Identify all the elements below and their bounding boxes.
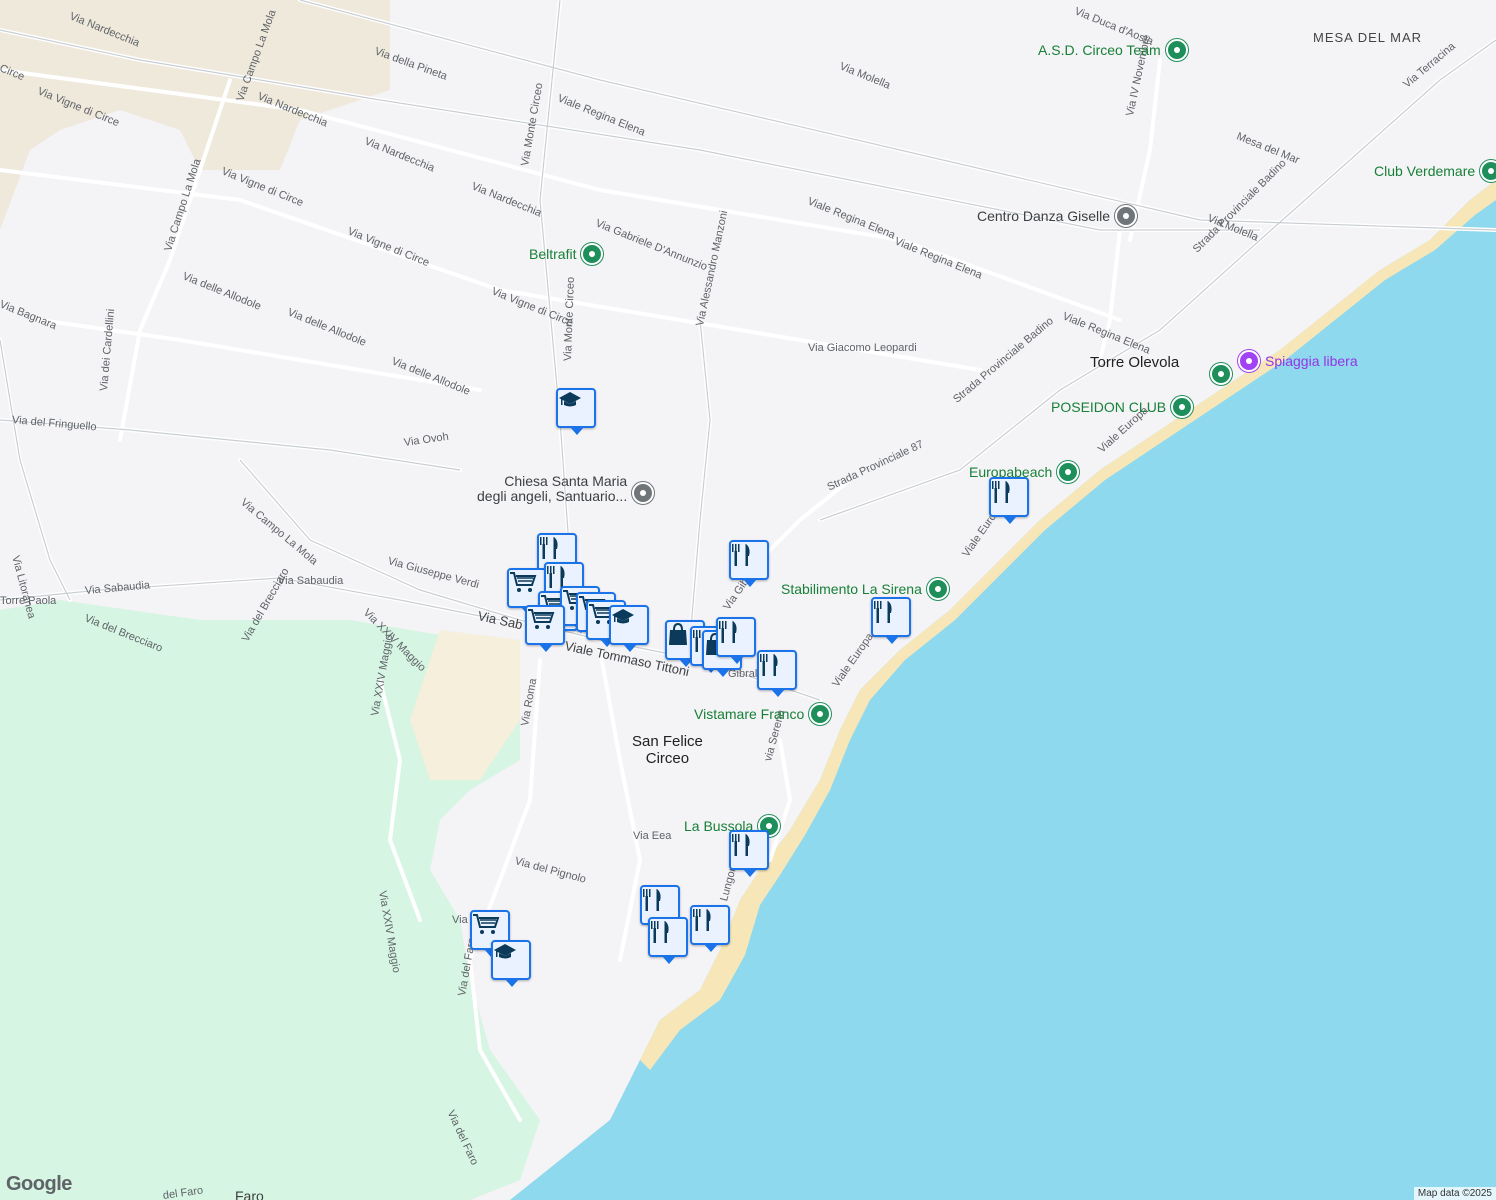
poi-label: Vistamare Franco xyxy=(694,706,805,722)
poi-asd-circeo-team[interactable]: A.S.D. Circeo Team xyxy=(1038,39,1188,61)
pin-icon xyxy=(1115,205,1138,227)
map-canvas[interactable]: Via Nardecchia Via della Pineta Via Camp… xyxy=(0,0,1496,1200)
map-attribution[interactable]: Map data ©2025 xyxy=(1413,1187,1496,1200)
pin-icon xyxy=(1480,160,1496,182)
shopping-cart-marker[interactable] xyxy=(525,605,565,652)
place-label-san-felice[interactable]: San Felice Circeo xyxy=(632,733,703,767)
poi-label: Stabilimento La Sirena xyxy=(781,581,922,597)
camera-pin-icon xyxy=(1238,350,1260,372)
poi-label: Centro Danza Giselle xyxy=(977,208,1111,224)
pin-icon xyxy=(1171,396,1194,418)
street-label: Faro xyxy=(235,1188,264,1200)
restaurant-marker[interactable] xyxy=(729,830,769,877)
poi-centro-danza-giselle[interactable]: Centro Danza Giselle xyxy=(977,205,1138,227)
poi-poseidon-club[interactable]: POSEIDON CLUB xyxy=(1051,396,1194,418)
street-label: Via xyxy=(452,914,468,926)
graduation-cap-marker[interactable] xyxy=(491,940,531,987)
poi-label: Chiesa Santa Maria degli angeli, Santuar… xyxy=(477,473,628,504)
restaurant-marker[interactable] xyxy=(989,477,1029,524)
poi-beltrafit[interactable]: Beltrafit xyxy=(529,243,604,265)
restaurant-marker[interactable] xyxy=(871,597,911,644)
area-label-mesa-del-mar[interactable]: MESA DEL MAR xyxy=(1313,30,1422,45)
google-logo: Google xyxy=(6,1173,72,1195)
poi-vistamare-franco[interactable]: Vistamare Franco xyxy=(694,703,832,725)
poi-label: Spiaggia libera xyxy=(1265,353,1358,369)
church-pin-icon xyxy=(632,482,655,504)
poi-stabilimento-la-sirena[interactable]: Stabilimento La Sirena xyxy=(781,578,949,600)
restaurant-marker[interactable] xyxy=(648,917,688,964)
poi-spiaggia-libera[interactable]: Spiaggia libera xyxy=(1238,350,1358,372)
restaurant-marker[interactable] xyxy=(729,540,769,587)
pin-icon xyxy=(809,703,832,725)
poi-club-verdemare[interactable]: Club Verdemare xyxy=(1374,160,1496,182)
poi-label: Beltrafit xyxy=(529,246,577,262)
pin-icon xyxy=(1210,363,1232,385)
poi-beach-pin[interactable] xyxy=(1210,363,1232,385)
fitness-pin-icon xyxy=(1165,39,1188,61)
pin-icon xyxy=(1057,461,1080,483)
fitness-pin-icon xyxy=(581,243,604,265)
poi-label: Club Verdemare xyxy=(1374,163,1476,179)
graduation-cap-marker[interactable] xyxy=(556,388,596,435)
restaurant-marker[interactable] xyxy=(690,905,730,952)
pin-icon xyxy=(926,578,949,600)
street-label: Via Giacomo Leopardi xyxy=(808,342,917,354)
place-label-torre-olevola[interactable]: Torre Olevola xyxy=(1090,354,1179,371)
restaurant-marker[interactable] xyxy=(757,650,797,697)
poi-label: A.S.D. Circeo Team xyxy=(1038,42,1161,58)
poi-chiesa-santa-maria[interactable]: Chiesa Santa Maria degli angeli, Santuar… xyxy=(477,473,655,504)
street-label: Via Eea xyxy=(633,830,672,842)
graduation-cap-marker[interactable] xyxy=(609,605,649,652)
restaurant-marker[interactable] xyxy=(716,617,756,664)
poi-label: POSEIDON CLUB xyxy=(1051,399,1167,415)
street-label: Torre Paola xyxy=(0,595,57,607)
